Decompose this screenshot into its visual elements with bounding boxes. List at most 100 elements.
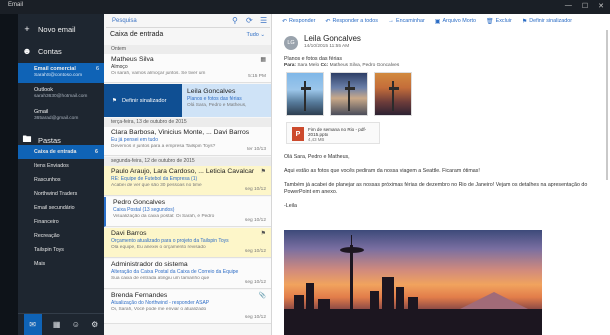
to-recipient[interactable]: Sara Melo — [297, 63, 319, 68]
photo-thumbnail[interactable] — [286, 72, 324, 116]
folder-title: Caixa de entrada — [110, 31, 164, 38]
message-preview: Oi, Sarah, Você pode me enviar o atualiz… — [111, 307, 207, 312]
reading-pane: ↶ Responder ↶ Responder a todos → Encaminha… — [272, 14, 610, 335]
flag-icon[interactable]: ⚑ — [261, 168, 266, 175]
skyline-base — [284, 309, 542, 335]
close-button[interactable]: ✕ — [598, 2, 604, 10]
people-icon[interactable]: ☺ — [72, 320, 80, 329]
body-paragraph: Aqui estão as fotos que vocês pediram da… — [284, 168, 480, 174]
message-sender: Matheus Silva — [111, 56, 154, 63]
search-input[interactable]: Pesquisa — [112, 18, 137, 24]
message-preview: Devemos ir juntos para a empresa Tailspi… — [111, 144, 216, 149]
message-subject: Planos e fotos das férias — [187, 96, 242, 102]
forward-button[interactable]: → Encaminhar — [388, 18, 425, 24]
message-item[interactable]: Clara Barbosa, Vinicius Monte, ... Davi … — [104, 127, 271, 156]
set-flag-button[interactable]: ⚑ Definir sinalizador — [522, 18, 572, 25]
folder-label: Financeiro — [34, 219, 59, 225]
archive-label: Arquivo Morto — [442, 18, 476, 24]
mail-subject: Planos e fotos das férias — [284, 56, 343, 62]
account-email: SarahS@contoso.com — [34, 73, 83, 78]
message-sender: Pedro Goncalves — [113, 199, 166, 206]
folder-item-finance[interactable]: Financeiro — [18, 215, 104, 229]
unread-count: 6 — [95, 149, 98, 155]
search-box[interactable]: Pesquisa ⚲ ⟳ ☰ — [106, 16, 270, 28]
folder-label: Rascunhos — [34, 177, 61, 183]
archive-button[interactable]: ▣ Arquivo Morto — [435, 18, 476, 25]
message-item[interactable]: Brenda Fernandes Atualização do Northwin… — [104, 290, 271, 324]
message-preview: Olá Sara, Pedro e Matheus, — [187, 103, 247, 108]
reply-all-label: Responder a todos — [332, 18, 378, 24]
folder-item-drafts[interactable]: Rascunhos — [18, 173, 104, 187]
message-time: seg 10/12 — [244, 249, 266, 254]
window-controls: — ☐ ✕ — [565, 2, 604, 10]
folder-item-inbox[interactable]: Caixa de entrada 6 — [18, 145, 104, 159]
swipe-flag-item[interactable]: ⚑ Definir sinalizador Leila Goncalves Pl… — [104, 84, 271, 117]
sender-name[interactable]: Leila Goncalves — [304, 34, 361, 43]
search-icon[interactable]: ⚲ — [232, 16, 238, 25]
flag-icon[interactable]: ⚑ — [261, 230, 266, 237]
message-subject: Caixa Postal (13 segundos) — [113, 207, 175, 213]
folder-item-recreation[interactable]: Recreação — [18, 229, 104, 243]
reply-all-button[interactable]: ↶ Responder a todos — [325, 18, 378, 25]
recipients-line: Para: Sara Melo Cc: Matheus Silva, Pedro… — [284, 63, 399, 68]
reply-button[interactable]: ↶ Responder — [282, 18, 315, 25]
folder-label: Mais — [34, 261, 46, 267]
settings-icon[interactable]: ⚙ — [91, 320, 98, 329]
account-item-outlook[interactable]: Outlook sarah3630@hotmail.com — [18, 87, 104, 105]
inline-photo-seattle[interactable] — [284, 230, 542, 335]
message-item[interactable]: Pedro Goncalves Caixa Postal (13 segundo… — [104, 197, 271, 227]
message-subject: Orçamento atualizado para o projeto da T… — [111, 238, 229, 244]
filter-dropdown[interactable]: Tudo ⌄ — [247, 32, 265, 38]
new-email-button[interactable]: + Novo email — [18, 24, 104, 34]
attachment-card[interactable]: P Fim de semana no Rio - pdf-2015.pptx 4… — [286, 122, 380, 144]
folder-item-tailspin[interactable]: Tailspin Toys — [18, 243, 104, 257]
message-item[interactable]: Leila Goncalves Planos e fotos das féria… — [182, 84, 271, 117]
scrollbar[interactable] — [606, 30, 608, 180]
accounts-header[interactable]: ☻ Contas — [18, 46, 104, 56]
message-sender: Administrador do sistema — [111, 261, 188, 268]
message-subject: Eu já pensei em tudo — [111, 137, 158, 143]
select-icon[interactable]: ☰ — [260, 16, 267, 25]
flag-icon: ⚑ — [521, 18, 528, 25]
message-time: 5:15 PM — [248, 74, 266, 79]
sync-icon[interactable]: ⟳ — [246, 16, 253, 25]
folder-item-sent[interactable]: Itens Enviados — [18, 159, 104, 173]
message-sender: Brenda Fernandes — [111, 292, 168, 299]
delete-label: Excluir — [495, 18, 512, 24]
cc-recipients[interactable]: Matheus Silva, Pedro Goncalves — [330, 63, 400, 68]
set-flag-action[interactable]: ⚑ Definir sinalizador — [104, 84, 182, 117]
delete-button[interactable]: 🗑 Excluir — [486, 18, 512, 25]
message-item[interactable]: Davi Barros Orçamento atualizado para o … — [104, 228, 271, 258]
attachment-size: 4,43 MB — [308, 137, 325, 142]
needle-shape — [348, 81, 351, 111]
message-item[interactable]: Administrador do sistema Alteração da Ca… — [104, 259, 271, 289]
new-email-label: Novo email — [38, 24, 76, 34]
archive-icon: ▣ — [434, 18, 441, 25]
minimize-button[interactable]: — — [565, 2, 572, 10]
body-paragraph: Também já acabei de planejar as nossas p… — [284, 182, 588, 195]
unread-count: 6 — [95, 66, 99, 72]
message-item[interactable]: Matheus Silva Almoço Oi sarah, vamos alm… — [104, 54, 271, 83]
maximize-button[interactable]: ☐ — [582, 2, 588, 10]
paperclip-icon: 📎 — [258, 293, 266, 299]
folder-item-more[interactable]: Mais — [18, 257, 104, 271]
folder-label: Tailspin Toys — [34, 247, 64, 253]
folder-item-northwind[interactable]: Northwind Traders — [18, 187, 104, 201]
calendar-icon[interactable]: ▦ — [53, 320, 61, 329]
message-time: seg 10/12 — [244, 187, 266, 192]
account-item-gmail[interactable]: Gmail 365arad@gmail.com — [18, 109, 104, 127]
photo-thumbnail[interactable] — [374, 72, 412, 116]
photo-thumbnail[interactable] — [330, 72, 368, 116]
folder-item-secondary[interactable]: Email secundário — [18, 201, 104, 215]
message-toolbar: ↶ Responder ↶ Responder a todos → Encaminha… — [272, 14, 610, 28]
account-item-business[interactable]: Email comercial SarahS@contoso.com 6 — [18, 63, 104, 83]
flag-icon: ⚑ — [112, 97, 118, 104]
body-greeting: Olá Sara, Pedro e Matheus, — [284, 154, 350, 160]
message-item[interactable]: Paulo Araujo, Lara Cardoso, ... Leticia … — [104, 166, 271, 196]
account-name: Outlook — [34, 87, 53, 93]
mail-icon[interactable]: ✉ — [23, 313, 42, 335]
needle-top — [345, 87, 356, 90]
message-preview: Acabei de ver que são 30 pessoas no time — [111, 183, 202, 188]
message-time: ter 10/13 — [247, 147, 266, 152]
account-name: Gmail — [34, 109, 49, 115]
